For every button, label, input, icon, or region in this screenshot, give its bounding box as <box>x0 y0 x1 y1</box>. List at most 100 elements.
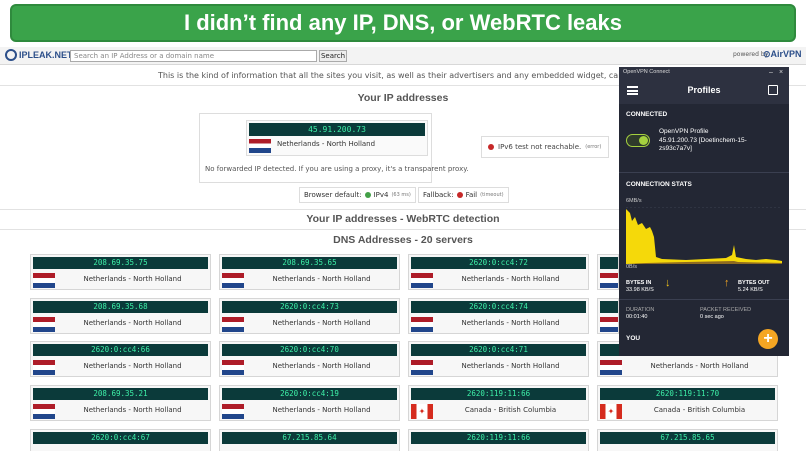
traffic-chart <box>626 207 782 264</box>
dns-location: Netherlands - North Holland <box>461 362 560 370</box>
dns-ip[interactable]: 2620:0:cc4:72 <box>411 257 586 269</box>
canada-flag-icon <box>411 404 433 419</box>
dns-ip-partial[interactable] <box>600 301 618 313</box>
intro-text: This is the kind of information that all… <box>158 71 699 80</box>
dns-ip[interactable]: 2620:119:11:66 <box>411 388 586 400</box>
dns-location: Netherlands - North Holland <box>461 319 560 327</box>
dns-ip[interactable]: 2620:0:cc4:70 <box>222 344 397 356</box>
ipleak-logo[interactable]: IPLEAK.NET <box>5 49 73 61</box>
banner-caption: I didn’t find any IP, DNS, or WebRTC lea… <box>10 4 796 42</box>
ip-card: 45.91.200.73 Netherlands - North Holland <box>246 120 428 156</box>
ip-address[interactable]: 45.91.200.73 <box>249 123 425 136</box>
dns-card: 2620:0:cc4:74 Netherlands - North Hollan… <box>408 298 589 334</box>
netherlands-flag-icon <box>33 360 55 375</box>
dns-ip-partial[interactable] <box>600 257 618 269</box>
dns-ip[interactable]: 2620:0:cc4:73 <box>222 301 397 313</box>
airvpn-logo[interactable]: ⊙AirVPN <box>763 49 802 60</box>
dns-ip[interactable]: 2620:0:cc4:67 <box>33 432 208 444</box>
bytes-out-value: 5.24 KB/S <box>738 287 763 293</box>
search-input[interactable] <box>70 50 317 62</box>
dns-ip[interactable]: 67.215.85.64 <box>222 432 397 444</box>
close-button[interactable]: × <box>779 67 783 78</box>
bytes-in-area <box>626 209 782 264</box>
arrow-up-icon: ↑ <box>724 277 730 289</box>
you-label: YOU <box>626 335 641 342</box>
dns-ip[interactable]: 208.69.35.65 <box>222 257 397 269</box>
minimize-button[interactable]: – <box>769 67 773 78</box>
dns-card: 208.69.35.68 Netherlands - North Holland <box>30 298 211 334</box>
no-proxy-note: No forwarded IP detected. If you are usi… <box>205 165 469 173</box>
dns-location: Netherlands - North Holland <box>272 406 371 414</box>
logo-text: IPLEAK.NET <box>19 50 73 60</box>
dns-card: 2620:119:11:70 Canada - British Columbia <box>597 385 778 421</box>
add-profile-button[interactable]: + <box>758 329 778 349</box>
netherlands-flag-icon <box>222 360 244 375</box>
dns-location: Canada - British Columbia <box>653 406 746 414</box>
netherlands-flag-icon <box>411 360 433 375</box>
dns-location: Netherlands - North Holland <box>272 319 371 327</box>
dns-location: Netherlands - North Holland <box>461 275 560 283</box>
netherlands-flag-icon <box>222 317 244 332</box>
search-button[interactable]: Search <box>319 50 347 62</box>
dns-location: Netherlands - North Holland <box>83 406 182 414</box>
dns-card: 2620:0:cc4:72 Netherlands - North Hollan… <box>408 254 589 290</box>
browser-default-ms: (63 ms) <box>391 192 411 198</box>
dns-location: Canada - British Columbia <box>464 406 557 414</box>
ipv6-status: IPv6 test not reachable. (error) <box>481 136 609 158</box>
packet-received-label: PACKET RECEIVED <box>700 307 752 313</box>
chart-top-label: 6MB/s <box>626 198 642 204</box>
netherlands-flag-icon <box>411 317 433 332</box>
dns-ip[interactable]: 2620:0:cc4:74 <box>411 301 586 313</box>
dns-ip[interactable]: 2620:0:cc4:19 <box>222 388 397 400</box>
dns-location: Netherlands - North Holland <box>83 275 182 283</box>
dns-ip[interactable]: 2620:119:11:70 <box>600 388 775 400</box>
import-profile-icon[interactable] <box>768 85 778 95</box>
fallback-value: Fail <box>465 191 478 199</box>
packet-received-value: 0 sec ago <box>700 314 724 320</box>
dns-ip[interactable]: 2620:0:cc4:71 <box>411 344 586 356</box>
fallback-tag: (timeout) <box>480 192 504 198</box>
dns-location: Netherlands - North Holland <box>650 362 749 370</box>
dns-card: 208.69.35.21 Netherlands - North Holland <box>30 385 211 421</box>
browser-default-label: Browser default: <box>304 191 362 199</box>
bytes-out-label: BYTES OUT <box>738 280 770 286</box>
toggle-knob <box>639 136 648 145</box>
dns-ip[interactable]: 67.215.85.65 <box>600 432 775 444</box>
netherlands-flag-icon <box>600 317 618 332</box>
netherlands-flag-icon <box>600 360 622 375</box>
dns-card: 67.215.85.64 <box>219 429 400 451</box>
dns-ip[interactable]: 208.69.35.68 <box>33 301 208 313</box>
top-bar: IPLEAK.NET Search powered by ⊙AirVPN <box>0 47 806 65</box>
dns-card: 2620:0:cc4:19 Netherlands - North Hollan… <box>219 385 400 421</box>
dns-card: 2620:0:cc4:73 Netherlands - North Hollan… <box>219 298 400 334</box>
dns-ip[interactable]: 2620:0:cc4:66 <box>33 344 208 356</box>
dns-card: 2620:0:cc4:66 Netherlands - North Hollan… <box>30 341 211 377</box>
dns-card: 67.215.85.65 <box>597 429 778 451</box>
banner: I didn’t find any IP, DNS, or WebRTC lea… <box>0 0 806 46</box>
netherlands-flag-icon <box>249 139 271 153</box>
dns-location: Netherlands - North Holland <box>272 275 371 283</box>
dns-ip[interactable]: 2620:119:11:66 <box>411 432 586 444</box>
chart-bottom-label: 0B/s <box>626 264 638 270</box>
dns-card: 2620:119:11:66 <box>408 429 589 451</box>
dns-location: Netherlands - North Holland <box>83 362 182 370</box>
netherlands-flag-icon <box>600 273 618 288</box>
ipleak-logo-icon <box>5 49 17 61</box>
openvpn-window: OpenVPN Connect – × Profiles CONNECTED O… <box>619 67 789 356</box>
fallback-label: Fallback: <box>423 191 454 199</box>
netherlands-flag-icon <box>33 317 55 332</box>
ipv6-text: IPv6 test not reachable. <box>498 143 582 151</box>
duration-value: 00:01:40 <box>626 314 648 320</box>
vpn-divider <box>619 172 789 173</box>
vpn-titlebar: OpenVPN Connect <box>619 67 789 78</box>
ok-dot-icon <box>364 192 371 198</box>
fail-dot-icon <box>456 192 463 198</box>
airvpn-brand: AirVPN <box>770 49 802 59</box>
dns-ip[interactable]: 208.69.35.75 <box>33 257 208 269</box>
netherlands-flag-icon <box>222 404 244 419</box>
connection-toggle[interactable] <box>626 134 650 147</box>
dns-ip[interactable]: 208.69.35.21 <box>33 388 208 400</box>
dns-card: 208.69.35.65 Netherlands - North Holland <box>219 254 400 290</box>
browser-default: Browser default: IPv4 (63 ms) <box>299 187 416 203</box>
connected-label: CONNECTED <box>626 111 668 118</box>
